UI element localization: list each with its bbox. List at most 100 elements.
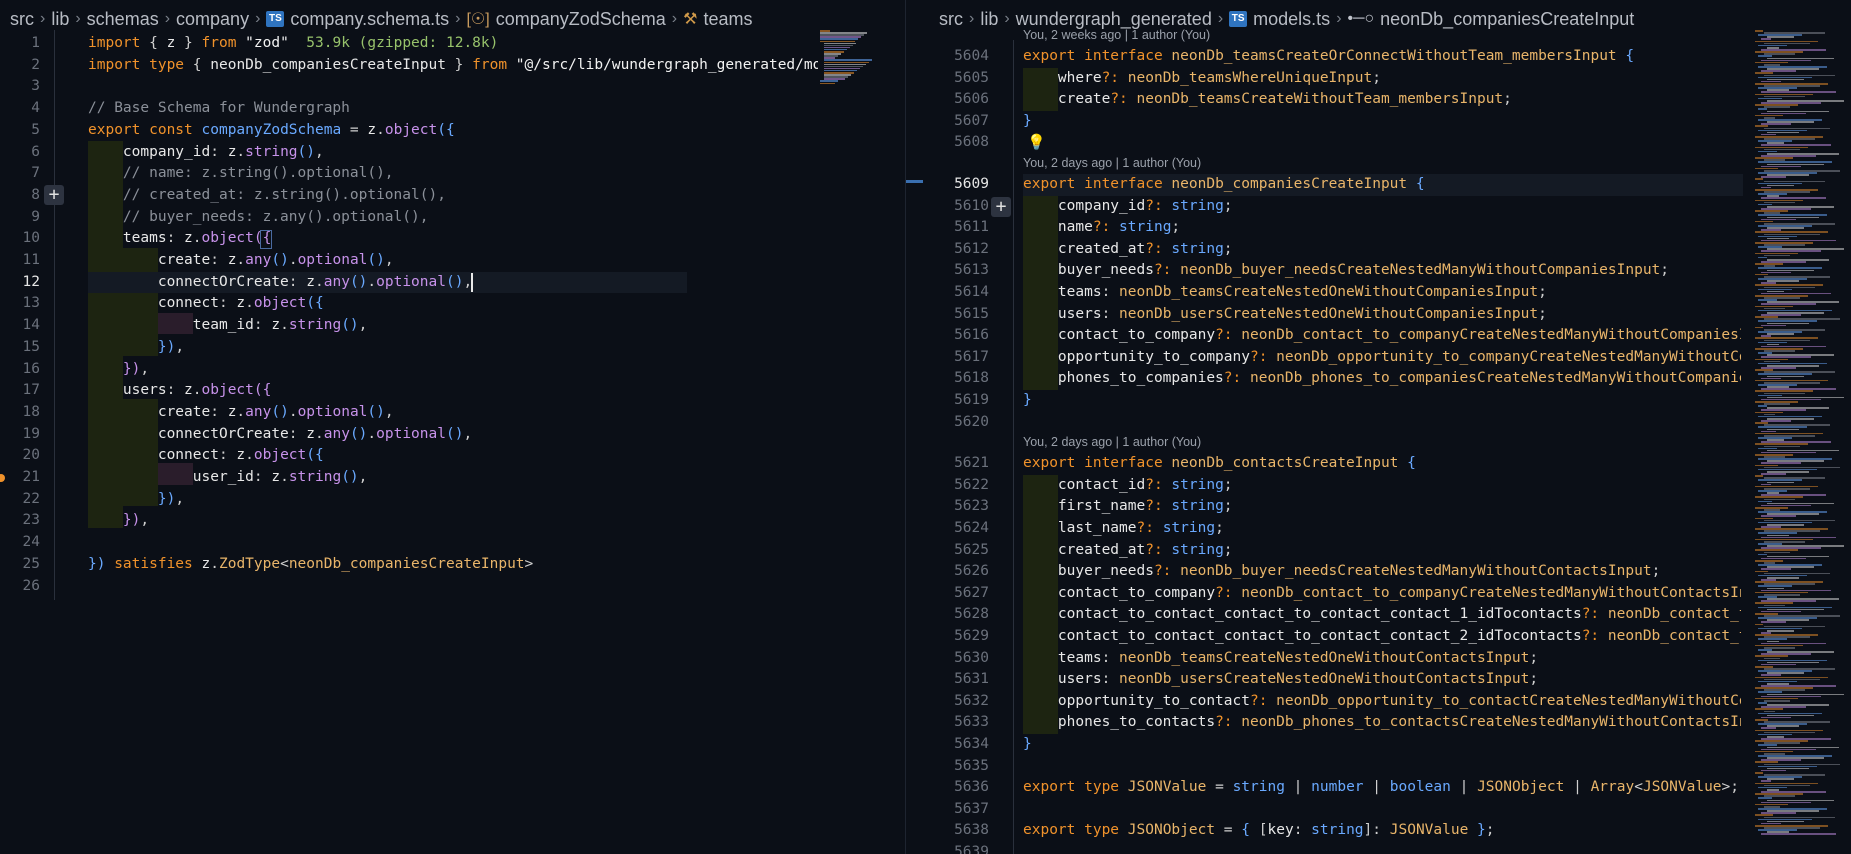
- code-line[interactable]: opportunity_to_contact?: neonDb_opportun…: [1023, 691, 1741, 713]
- code-line[interactable]: }: [1023, 734, 1741, 756]
- code-line[interactable]: create?: neonDb_teamsCreateWithoutTeam_m…: [1023, 89, 1741, 111]
- code-line[interactable]: create: z.any().optional(),: [88, 402, 394, 424]
- code-token: .: [245, 447, 254, 464]
- code-line[interactable]: connect: z.object({: [88, 293, 324, 315]
- left-code-area[interactable]: 1 import { z } from "zod" 53.9k (gzipped:…: [0, 0, 905, 854]
- code-token: export: [1023, 455, 1076, 472]
- code-token: }: [1023, 392, 1032, 408]
- code-line[interactable]: name?: string;: [1023, 217, 1741, 239]
- minimap-line: [1764, 403, 1790, 405]
- code-line[interactable]: connectOrCreate: z.any().optional(),: [88, 424, 472, 446]
- code-token: :: [1101, 649, 1111, 666]
- code-line[interactable]: import { z } from "zod" 53.9k (gzipped: …: [88, 33, 498, 55]
- code-token: .: [288, 403, 298, 420]
- code-line[interactable]: export type JSONValue = string | number …: [1023, 777, 1741, 799]
- code-line[interactable]: contact_id?: string;: [1023, 475, 1741, 497]
- line-number: 20: [22, 447, 40, 464]
- line-number: 1: [31, 35, 40, 51]
- code-line[interactable]: // created_at: z.string().optional(),: [88, 185, 446, 207]
- code-line[interactable]: contact_to_company?: neonDb_contact_to_c…: [1023, 583, 1741, 605]
- code-line[interactable]: company_id?: string;: [1023, 196, 1741, 218]
- code-line[interactable]: opportunity_to_company?: neonDb_opportun…: [1023, 347, 1741, 369]
- code-token: type: [140, 56, 185, 73]
- code-line[interactable]: export type JSONObject = { [key: string]…: [1023, 820, 1741, 842]
- code-line[interactable]: users: neonDb_usersCreateNestedOneWithou…: [1023, 669, 1741, 691]
- minimap-line: [1767, 333, 1794, 335]
- code-token: }: [445, 56, 473, 73]
- line-number: 8: [31, 186, 40, 203]
- code-line[interactable]: user_id: z.string(),: [88, 467, 368, 489]
- code-line[interactable]: }),: [88, 510, 149, 532]
- code-line[interactable]: }: [1023, 111, 1741, 133]
- code-token: }: [1023, 112, 1032, 129]
- code-line[interactable]: team_id: z.string(),: [88, 315, 368, 337]
- code-line[interactable]: // Base Schema for Wundergraph: [88, 98, 350, 120]
- right-code-area[interactable]: You, 2 weeks ago | 1 author (You) You, 2 …: [923, 0, 1851, 854]
- code-line[interactable]: where?: neonDb_teamsWhereUniqueInput;: [1023, 68, 1741, 90]
- left-editor-pane[interactable]: src › lib › schemas › company › TS company.schema…: [0, 0, 905, 854]
- code-line[interactable]: [1023, 132, 1741, 154]
- code-line[interactable]: // name: z.string().optional(),: [88, 163, 394, 185]
- code-line[interactable]: }),: [88, 337, 184, 359]
- split-divider[interactable]: [905, 0, 924, 854]
- code-line[interactable]: create: z.any().optional(),: [88, 250, 394, 272]
- code-token: :: [1293, 822, 1312, 839]
- code-line[interactable]: company_id: z.string(),: [88, 142, 324, 164]
- code-token: user_id: [88, 469, 254, 485]
- code-line[interactable]: buyer_needs?: neonDb_buyer_needsCreateNe…: [1023, 260, 1741, 282]
- line-number: 12: [22, 273, 40, 290]
- code-line[interactable]: connectOrCreate: z.any().optional(),: [88, 272, 472, 294]
- code-token: satisfies: [105, 555, 193, 572]
- code-line[interactable]: export interface neonDb_contactsCreateIn…: [1023, 453, 1741, 475]
- code-line[interactable]: buyer_needs?: neonDb_buyer_needsCreateNe…: [1023, 561, 1741, 583]
- code-token: phones_to_contacts: [1023, 714, 1216, 731]
- code-line[interactable]: export interface neonDb_companiesCreateI…: [1023, 174, 1741, 196]
- line-number: 5628: [954, 606, 989, 623]
- code-line[interactable]: export const companyZodSchema = z.object…: [88, 120, 455, 142]
- code-token: (): [367, 403, 385, 420]
- right-editor-pane[interactable]: src › lib › wundergraph_generated › TS models.t…: [923, 0, 1851, 854]
- code-line[interactable]: users: z.object({: [88, 380, 271, 402]
- code-token: .: [280, 317, 289, 334]
- code-line[interactable]: created_at?: string;: [1023, 540, 1741, 562]
- code-line[interactable]: }: [1023, 390, 1741, 412]
- code-line[interactable]: phones_to_companies?: neonDb_phones_to_c…: [1023, 368, 1741, 390]
- code-token: ?:: [1249, 692, 1268, 709]
- code-line[interactable]: connect: z.object({: [88, 445, 324, 467]
- code-line[interactable]: contact_to_company?: neonDb_contact_to_c…: [1023, 325, 1741, 347]
- code-line[interactable]: [1023, 842, 1741, 854]
- add-comment-icon[interactable]: +: [44, 184, 64, 205]
- code-token: export: [1023, 48, 1076, 64]
- code-line[interactable]: teams: neonDb_teamsCreateNestedOneWithou…: [1023, 648, 1741, 670]
- add-comment-icon[interactable]: +: [991, 196, 1011, 217]
- code-line[interactable]: contact_to_contact_contact_to_contact_co…: [1023, 604, 1741, 626]
- code-line[interactable]: created_at?: string;: [1023, 239, 1741, 261]
- code-line[interactable]: phones_to_contacts?: neonDb_phones_to_co…: [1023, 712, 1741, 734]
- code-line[interactable]: }) satisfies z.ZodType<neonDb_companiesC…: [88, 554, 533, 576]
- code-line[interactable]: users: neonDb_usersCreateNestedOneWithou…: [1023, 304, 1741, 326]
- gutter-border: [1013, 40, 1014, 854]
- code-line[interactable]: teams: neonDb_teamsCreateNestedOneWithou…: [1023, 282, 1741, 304]
- code-line[interactable]: [1023, 756, 1741, 778]
- code-line[interactable]: // buyer_needs: z.any().optional(),: [88, 207, 429, 229]
- code-token: connect: [88, 447, 219, 464]
- lightbulb-icon[interactable]: 💡: [1027, 133, 1046, 151]
- code-line[interactable]: }),: [88, 489, 184, 511]
- code-token: neonDb_teamsWhereUniqueInput: [1119, 69, 1373, 86]
- code-line[interactable]: [1023, 412, 1741, 434]
- code-line[interactable]: teams: z.object({: [88, 228, 271, 250]
- code-line[interactable]: export interface neonDb_teamsCreateOrCon…: [1023, 46, 1741, 68]
- code-line[interactable]: }),: [88, 359, 149, 381]
- right-minimap[interactable]: [1753, 30, 1851, 850]
- code-line[interactable]: first_name?: string;: [1023, 496, 1741, 518]
- left-minimap[interactable]: [818, 30, 905, 90]
- code-token: z: [184, 230, 193, 247]
- text-cursor: [471, 272, 473, 292]
- code-token: ?:: [1215, 714, 1233, 731]
- code-line[interactable]: [1023, 799, 1741, 821]
- code-line[interactable]: import type { neonDb_companiesCreateInpu…: [88, 55, 821, 77]
- code-token: export: [1023, 822, 1076, 839]
- code-line[interactable]: last_name?: string;: [1023, 518, 1741, 540]
- minimap-line: [1767, 184, 1794, 187]
- code-line[interactable]: contact_to_contact_contact_to_contact_co…: [1023, 626, 1741, 648]
